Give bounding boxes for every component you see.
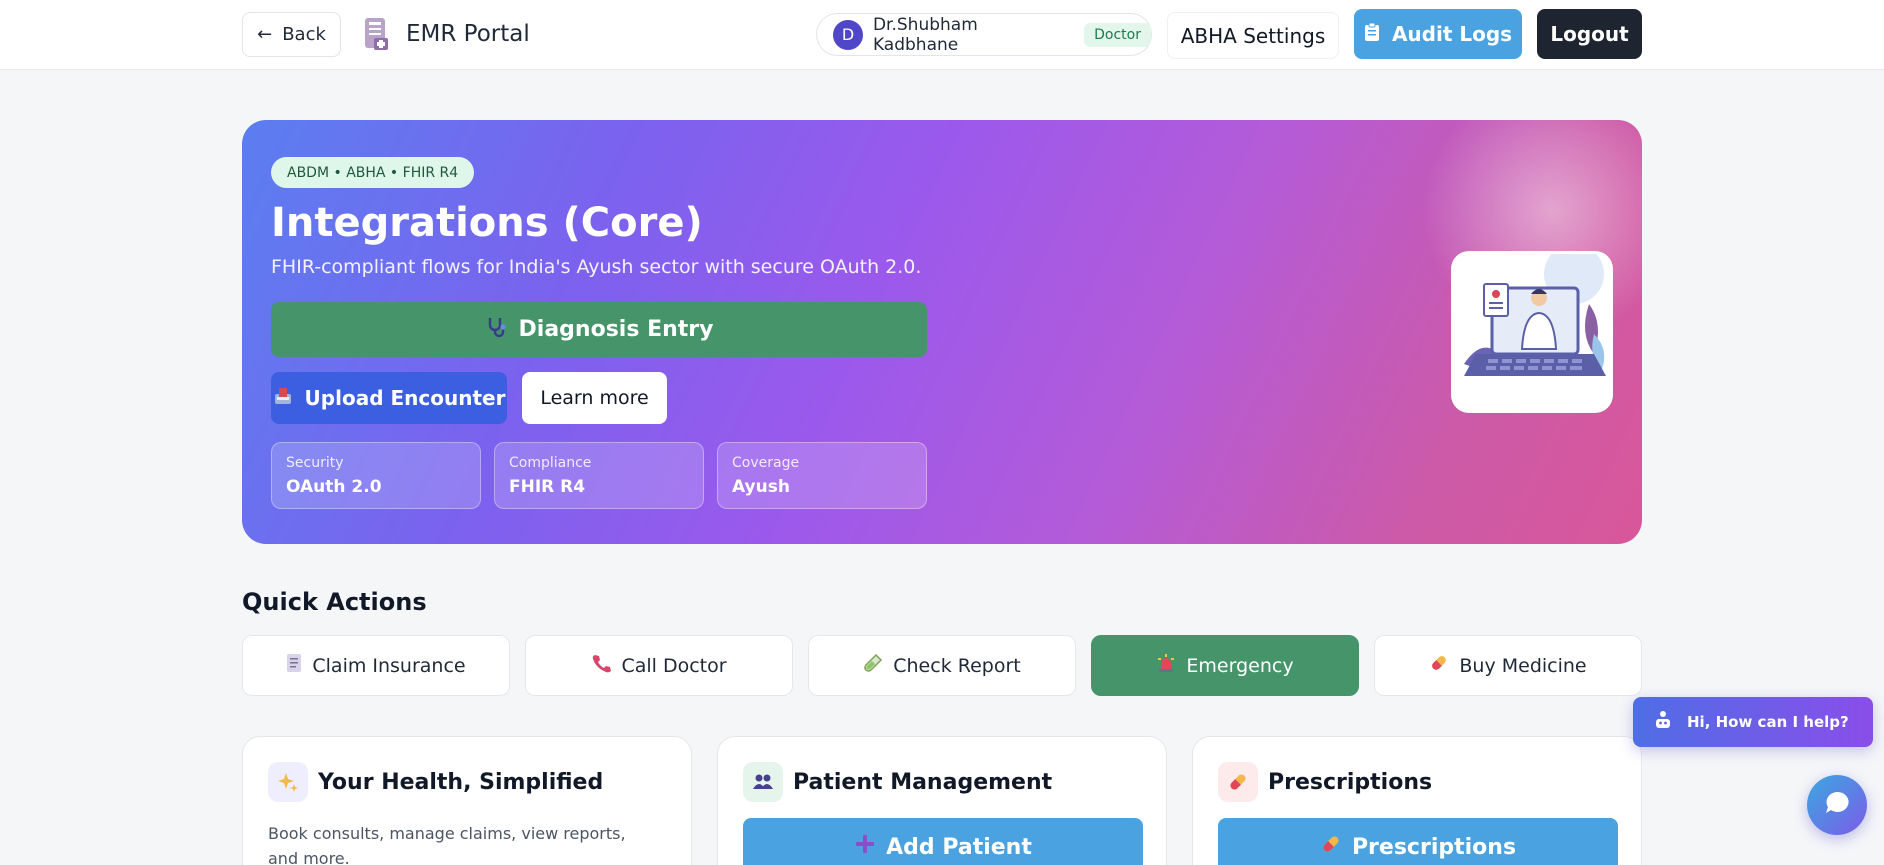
audit-logs-button[interactable]: Audit Logs — [1354, 9, 1522, 59]
document-icon — [286, 653, 302, 678]
card-title: Your Health, Simplified — [318, 770, 604, 795]
avatar: D — [833, 19, 863, 50]
audit-logs-label: Audit Logs — [1391, 22, 1513, 46]
stat-label: Coverage — [732, 455, 800, 471]
siren-icon — [1156, 653, 1176, 678]
back-button[interactable]: ← Back — [242, 12, 341, 57]
add-patient-button[interactable]: Add Patient — [743, 818, 1143, 865]
chat-button[interactable] — [1807, 775, 1867, 835]
test-tube-icon — [863, 653, 883, 678]
app-title: EMR Portal — [406, 21, 530, 47]
card-description: Book consults, manage claims, view repor… — [268, 824, 626, 865]
buy-medicine-label: Buy Medicine — [1459, 654, 1587, 677]
upload-encounter-button[interactable]: Upload Encounter — [271, 372, 507, 424]
patient-management-card: Patient Management Add Patient — [717, 736, 1167, 865]
arrow-left-icon: ← — [257, 24, 273, 45]
back-label: Back — [282, 24, 326, 45]
quick-actions-title: Quick Actions — [242, 588, 427, 616]
pill-icon — [1218, 762, 1258, 802]
sparkles-icon — [268, 762, 308, 802]
plus-icon — [854, 833, 876, 861]
call-doctor-button[interactable]: Call Doctor — [525, 635, 793, 696]
stat-value: FHIR R4 — [509, 477, 586, 497]
stat-value: Ayush — [732, 477, 790, 497]
diagnosis-entry-label: Diagnosis Entry — [518, 317, 714, 342]
stat-label: Security — [286, 455, 344, 471]
people-icon — [743, 762, 783, 802]
stat-coverage: Coverage Ayush — [717, 442, 927, 509]
top-bar: ← Back EMR Portal D Dr.Shubham Kadbhane … — [0, 0, 1884, 70]
stethoscope-icon — [485, 315, 509, 345]
role-badge: Doctor — [1084, 22, 1151, 47]
phone-icon — [591, 653, 612, 678]
health-card: Your Health, Simplified Book consults, m… — [242, 736, 692, 865]
chat-bubble-icon — [1822, 788, 1852, 822]
prescriptions-button[interactable]: Prescriptions — [1218, 818, 1618, 865]
abha-settings-button[interactable]: ABHA Settings — [1167, 12, 1339, 59]
diagnosis-entry-button[interactable]: Diagnosis Entry — [271, 302, 927, 357]
stat-label: Compliance — [509, 455, 592, 471]
upload-encounter-label: Upload Encounter — [304, 386, 506, 410]
pill-icon — [1320, 833, 1342, 861]
claim-insurance-button[interactable]: Claim Insurance — [242, 635, 510, 696]
clipboard-icon — [1364, 22, 1380, 47]
card-title: Patient Management — [793, 770, 1053, 795]
prescriptions-label: Prescriptions — [1351, 834, 1517, 860]
inbox-tray-icon — [273, 386, 293, 411]
call-doctor-label: Call Doctor — [621, 654, 727, 677]
pill-icon — [1429, 653, 1449, 678]
check-report-button[interactable]: Check Report — [808, 635, 1076, 696]
robot-icon — [1653, 710, 1673, 734]
emergency-button[interactable]: Emergency — [1091, 635, 1359, 696]
check-report-label: Check Report — [893, 654, 1021, 677]
card-title: Prescriptions — [1268, 770, 1433, 795]
hero-subtitle: FHIR-compliant flows for India's Ayush s… — [271, 256, 922, 278]
buy-medicine-button[interactable]: Buy Medicine — [1374, 635, 1642, 696]
stat-value: OAuth 2.0 — [286, 477, 382, 497]
brand: EMR Portal — [362, 16, 530, 52]
learn-more-button[interactable]: Learn more — [522, 372, 667, 424]
stat-security: Security OAuth 2.0 — [271, 442, 481, 509]
emergency-label: Emergency — [1186, 654, 1294, 677]
emr-logo-icon — [362, 16, 392, 52]
standards-badge: ABDM • ABHA • FHIR R4 — [271, 157, 475, 188]
hero-title: Integrations (Core) — [271, 200, 703, 246]
chat-prompt[interactable]: Hi, How can I help? — [1633, 697, 1873, 747]
user-name: Dr.Shubham Kadbhane — [872, 14, 978, 55]
add-patient-label: Add Patient — [886, 834, 1032, 860]
chat-prompt-text: Hi, How can I help? — [1687, 713, 1849, 731]
doctor-laptop-illustration — [1451, 251, 1613, 413]
logout-button[interactable]: Logout — [1537, 9, 1642, 59]
claim-insurance-label: Claim Insurance — [312, 654, 466, 677]
prescriptions-card: Prescriptions Prescriptions — [1192, 736, 1642, 865]
stat-compliance: Compliance FHIR R4 — [494, 442, 704, 509]
hero-banner: ABDM • ABHA • FHIR R4 Integrations (Core… — [242, 120, 1642, 544]
user-chip[interactable]: D Dr.Shubham Kadbhane Doctor — [816, 13, 1152, 56]
